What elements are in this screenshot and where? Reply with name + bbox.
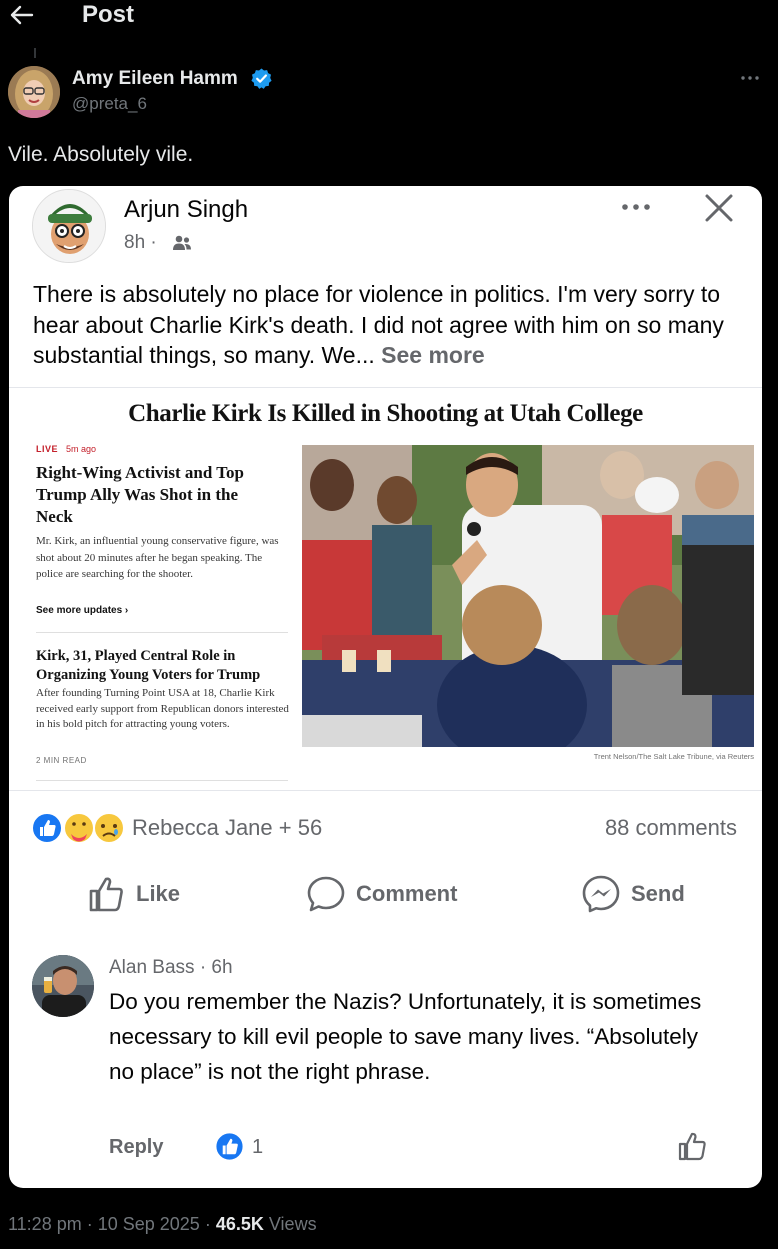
embedded-image[interactable]: Arjun Singh 8h · There is absolutely no …: [9, 186, 762, 1188]
story-divider: [36, 632, 288, 633]
top-bar: Post: [0, 0, 778, 32]
sad-reaction-icon: [93, 812, 125, 844]
comments-count[interactable]: 88 comments: [605, 815, 737, 841]
fb-post-text: There is absolutely no place for violenc…: [33, 279, 743, 371]
story2-summary: After founding Turning Point USA at 18, …: [36, 687, 289, 730]
views-count: 46.5K: [215, 1214, 264, 1234]
read-time: 2 MIN READ: [36, 756, 87, 765]
commenter-name[interactable]: Alan Bass · 6h: [109, 957, 233, 979]
article-headline: Charlie Kirk Is Killed in Shooting at Ut…: [128, 400, 643, 427]
tweet-date[interactable]: 10 Sep 2025: [98, 1214, 200, 1234]
care-reaction-icon: [63, 812, 95, 844]
friends-icon: [173, 235, 191, 250]
reaction-names[interactable]: Rebecca Jane + 56: [132, 815, 322, 841]
like-icon: [89, 877, 123, 912]
fb-author-avatar[interactable]: [32, 189, 106, 263]
author-avatar[interactable]: [8, 66, 60, 118]
live-badge: LIVE: [36, 444, 59, 454]
thread-line: [34, 48, 36, 58]
comment-icon: [307, 876, 345, 912]
like-icon[interactable]: [676, 1130, 708, 1162]
story1-summary: Mr. Kirk, an influential young conservat…: [36, 535, 279, 580]
story2-title: Kirk, 31, Played Central Role in Organiz…: [36, 648, 261, 683]
comment-text: Do you remember the Nazis? Unfortunately…: [109, 989, 702, 1084]
article-photo: [302, 445, 754, 747]
send-label: Send: [631, 881, 685, 906]
live-time: 5m ago: [66, 444, 97, 454]
story-divider: [36, 780, 288, 781]
like-button[interactable]: Like: [86, 872, 180, 916]
send-button[interactable]: Send: [581, 872, 685, 916]
close-icon[interactable]: [704, 193, 734, 223]
photo-credit: Trent Nelson/The Salt Lake Tribune, via …: [593, 752, 754, 761]
author-name[interactable]: Amy Eileen Hamm: [72, 68, 238, 90]
comment-like-count: 1: [252, 1136, 264, 1158]
see-updates-link: See more updates ›: [36, 605, 129, 616]
like-reaction-icon: [31, 812, 63, 844]
live-indicator: LIVE 5m ago: [36, 444, 96, 454]
reply-button[interactable]: Reply: [109, 1136, 163, 1159]
messenger-icon: [582, 875, 620, 913]
page-title: Post: [82, 1, 135, 28]
comment-label: Comment: [356, 881, 458, 906]
see-more-link[interactable]: See more: [381, 342, 485, 368]
views-label: Views: [268, 1214, 317, 1234]
author-handle[interactable]: @preta_6: [72, 94, 147, 114]
fb-author-name[interactable]: Arjun Singh: [124, 196, 248, 224]
verified-badge-icon: [251, 68, 272, 89]
like-label: Like: [136, 881, 181, 906]
story1-title: Right-Wing Activist and Top Trump Ally W…: [36, 463, 245, 526]
fb-post-body: There is absolutely no place for violenc…: [33, 281, 724, 368]
tweet-text: Vile. Absolutely vile.: [8, 143, 194, 166]
commenter-avatar[interactable]: [32, 955, 94, 1017]
tweet-time[interactable]: 11:28 pm: [8, 1214, 82, 1234]
shared-article[interactable]: Charlie Kirk Is Killed in Shooting at Ut…: [9, 387, 762, 791]
tweet-footer: 11:28 pm · 10 Sep 2025 · 46.5K Views: [8, 1214, 317, 1234]
more-icon[interactable]: [738, 70, 762, 86]
comment-button[interactable]: Comment: [306, 872, 457, 916]
like-reaction-icon[interactable]: [214, 1131, 245, 1162]
reaction-icons[interactable]: [31, 812, 127, 844]
fb-post-time[interactable]: 8h ·: [124, 232, 157, 254]
back-arrow-icon[interactable]: [9, 3, 35, 27]
reactions-row: Rebecca Jane + 56 88 comments: [9, 808, 762, 848]
fb-more-icon[interactable]: [619, 200, 653, 214]
